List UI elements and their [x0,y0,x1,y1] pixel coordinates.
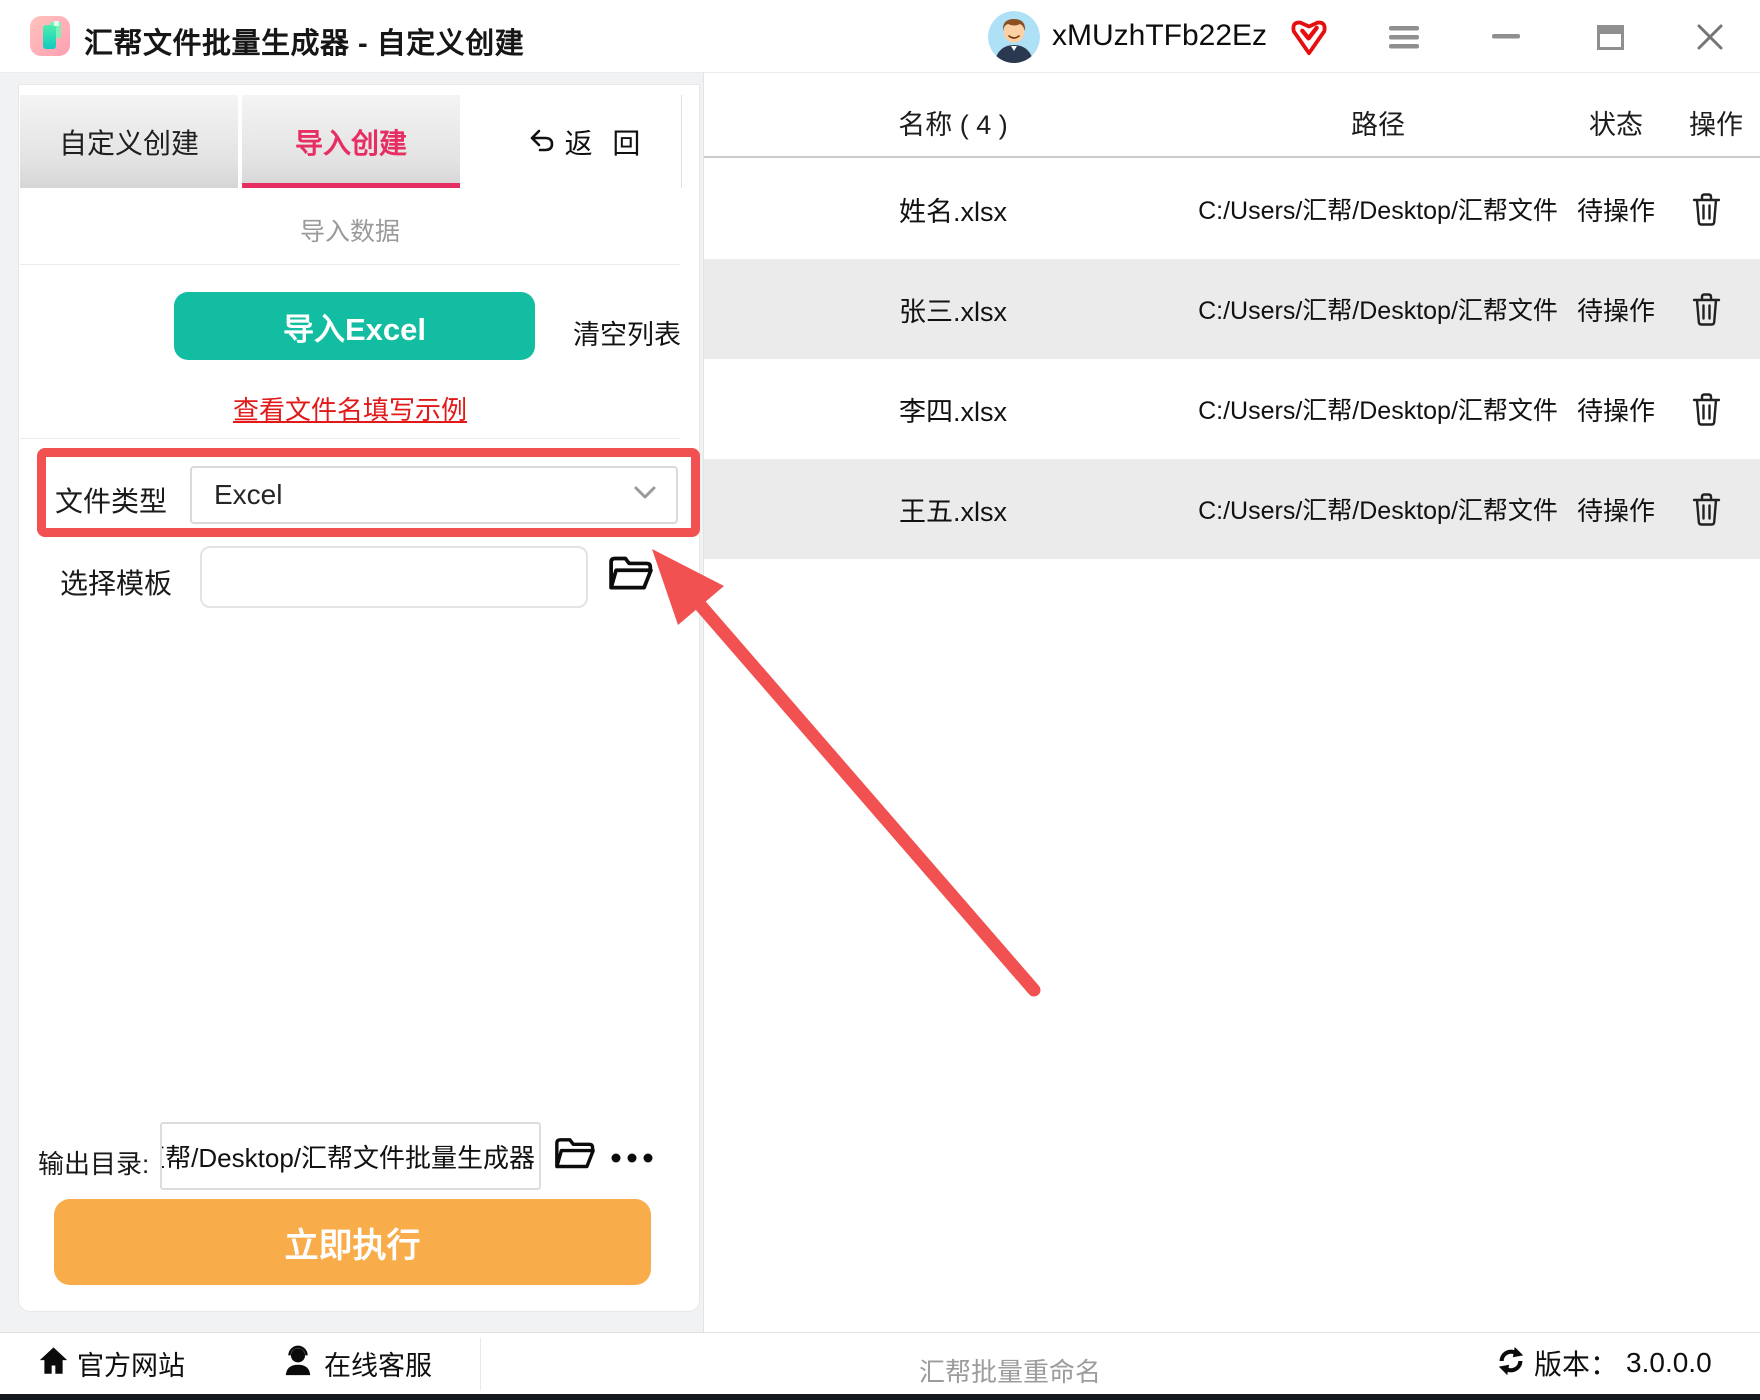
title-bar: 汇帮文件批量生成器 - 自定义创建 xMUzhTFb22Ez [0,0,1760,73]
file-name: 张三.xlsx [899,296,1007,327]
refresh-icon[interactable] [1496,1346,1526,1381]
table-row[interactable]: 姓名.xlsx C:/Users/汇帮/Desktop/汇帮文件 待操作 [704,159,1760,259]
status-badge: 待操作 [1576,495,1655,526]
version-value: 3.0.0.0 [1626,1347,1712,1378]
user-avatar[interactable] [988,11,1040,63]
active-tab-underline [242,183,460,188]
file-name: 姓名.xlsx [899,196,1007,227]
output-folder-browse-icon[interactable] [554,1136,596,1172]
menu-icon[interactable] [1386,22,1422,52]
customer-service-icon [282,1345,314,1382]
file-path: C:/Users/汇帮/Desktop/汇帮文件 [1198,397,1558,425]
back-button-label: 返 回 [564,127,647,159]
section-divider [20,264,680,265]
column-header-name: 名称 ( 4 ) [898,110,1008,140]
table-row[interactable]: 李四.xlsx C:/Users/汇帮/Desktop/汇帮文件 待操作 [704,359,1760,459]
close-icon[interactable] [1692,22,1728,52]
form-divider [20,438,680,439]
filename-example-link[interactable]: 查看文件名填写示例 [20,390,680,427]
tab-divider [681,95,682,188]
back-button[interactable]: 返 回 [492,95,682,188]
file-type-label: 文件类型 [55,486,168,517]
table-row[interactable]: 张三.xlsx C:/Users/汇帮/Desktop/汇帮文件 待操作 [704,259,1760,359]
template-label: 选择模板 [60,568,173,599]
file-path: C:/Users/汇帮/Desktop/汇帮文件 [1198,497,1558,525]
output-dir-label: 输出目录: [38,1149,150,1179]
minimize-icon[interactable] [1488,22,1524,52]
footer-product-name: 汇帮批量重命名 [918,1357,1101,1387]
file-path: C:/Users/汇帮/Desktop/汇帮文件 [1198,197,1558,225]
window-title: 汇帮文件批量生成器 - 自定义创建 [84,28,525,60]
delete-trash-icon[interactable] [1666,359,1746,459]
import-excel-button[interactable]: 导入Excel [174,292,535,360]
app-logo-icon [30,16,70,56]
delete-trash-icon[interactable] [1666,259,1746,359]
status-badge: 待操作 [1576,395,1655,426]
file-name: 王五.xlsx [899,496,1007,527]
tab-custom-create[interactable]: 自定义创建 [20,95,238,188]
username-text: xMUzhTFb22Ez [1052,19,1268,52]
import-data-section-label: 导入数据 [299,218,400,246]
import-excel-button-label: 导入Excel [282,311,426,347]
tab-import-create[interactable]: 导入创建 [242,95,460,188]
column-header-action: 操作 [1689,110,1743,140]
official-website-label: 官方网站 [77,1350,185,1381]
execute-now-button[interactable]: 立即执行 [54,1199,651,1285]
clear-list-button[interactable]: 清空列表 [573,313,681,352]
official-website-link[interactable]: 官方网站 [38,1340,185,1386]
file-path: C:/Users/汇帮/Desktop/汇帮文件 [1198,297,1558,325]
file-type-selected-value: Excel [214,479,283,510]
template-input[interactable] [200,546,588,608]
version-label: 版本： [1534,1349,1619,1380]
status-badge: 待操作 [1576,295,1655,326]
table-header-divider [704,156,1760,158]
delete-trash-icon[interactable] [1666,159,1746,259]
column-header-path: 路径 [1351,110,1405,140]
version-info: 版本： 3.0.0.0 [1496,1340,1712,1386]
output-dir-input[interactable]: 汇帮/Desktop/汇帮文件批量生成器 [160,1122,541,1190]
template-folder-browse-icon[interactable] [608,554,654,594]
footer-divider [480,1338,481,1390]
chevron-down-icon [634,486,656,504]
tab-import-create-label: 导入创建 [294,127,407,159]
status-badge: 待操作 [1576,195,1655,226]
output-dir-value: 汇帮/Desktop/汇帮文件批量生成器 [162,1142,535,1173]
online-support-label: 在线客服 [324,1350,432,1381]
execute-now-button-label: 立即执行 [284,1226,421,1265]
back-arrow-icon [528,126,555,158]
maximize-icon[interactable] [1592,22,1628,52]
file-name: 李四.xlsx [899,396,1007,427]
table-row[interactable]: 王五.xlsx C:/Users/汇帮/Desktop/汇帮文件 待操作 [704,459,1760,559]
more-options-icon[interactable] [608,1150,656,1166]
column-header-status: 状态 [1589,110,1643,140]
delete-trash-icon[interactable] [1666,459,1746,559]
window-bottom-edge [0,1394,1760,1400]
home-icon [38,1345,69,1382]
tab-custom-create-label: 自定义创建 [58,127,199,159]
vip-badge-icon[interactable] [1288,15,1330,57]
file-type-dropdown[interactable]: Excel [190,466,678,524]
online-support-link[interactable]: 在线客服 [282,1340,432,1386]
